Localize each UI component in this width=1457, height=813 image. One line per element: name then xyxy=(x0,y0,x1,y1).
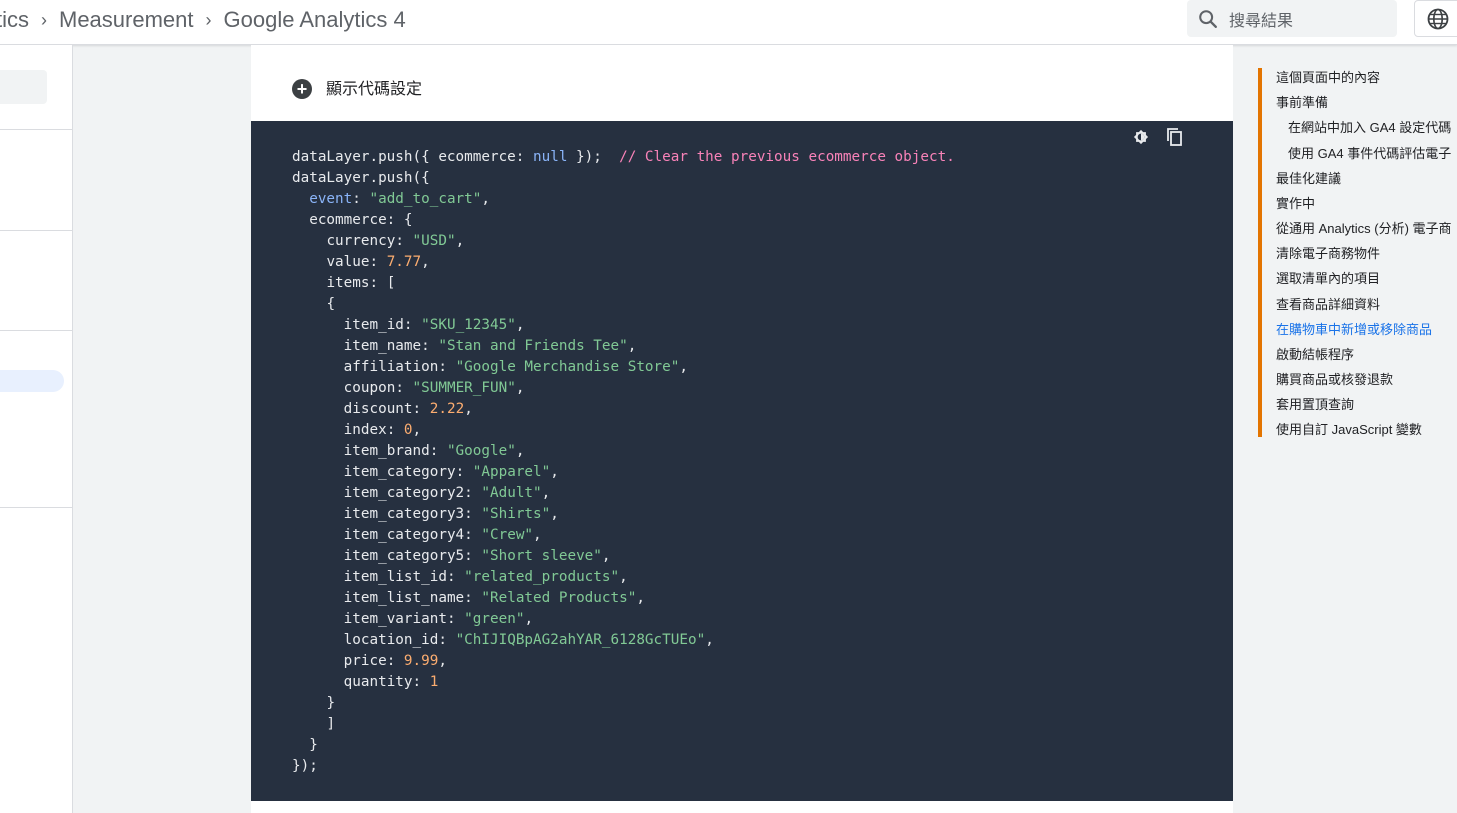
toc-title: 這個頁面中的內容 xyxy=(1276,70,1381,85)
code-number: 0 xyxy=(403,422,413,438)
breadcrumb-item-measurement[interactable]: Measurement xyxy=(59,7,194,33)
code-comment: // Clear the previous ecommerce object. xyxy=(619,149,955,165)
code-number: 9.99 xyxy=(403,653,439,669)
toc-item[interactable]: 啟動結帳程序 xyxy=(1276,346,1354,364)
code-token: } xyxy=(309,737,318,753)
code-key: coupon xyxy=(343,380,396,396)
breadcrumb: tics › Measurement › Google Analytics 4 xyxy=(0,0,406,40)
code-key: event xyxy=(309,191,353,207)
code-string: "Adult" xyxy=(481,485,542,501)
toc-item[interactable]: 在網站中加入 GA4 設定代碼 xyxy=(1288,119,1451,137)
code-tools xyxy=(1131,127,1185,147)
language-button[interactable] xyxy=(1414,0,1457,37)
nav-item-placeholder[interactable] xyxy=(0,70,47,104)
show-tag-settings-label: 顯示代碼設定 xyxy=(326,81,423,98)
divider xyxy=(0,507,72,508)
code-token: dataLayer.push({ ecommerce: xyxy=(292,149,534,165)
code-key: item_name xyxy=(343,338,422,354)
divider xyxy=(0,230,72,231)
toc-item[interactable]: 最佳化建議 xyxy=(1276,170,1341,188)
toc-item[interactable]: 選取清單內的項目 xyxy=(1276,270,1380,288)
code-string: "Shirts" xyxy=(481,506,551,522)
divider xyxy=(0,330,72,331)
code-key: quantity xyxy=(343,674,413,690)
code-string: "Related Products" xyxy=(481,590,637,606)
search-box[interactable]: 搜尋結果 xyxy=(1187,0,1397,37)
table-of-contents: 這個頁面中的內容 事前準備 在網站中加入 GA4 設定代碼 使用 GA4 事件代… xyxy=(1258,68,1457,437)
code-token: }); xyxy=(292,758,318,774)
code-key: item_id xyxy=(343,317,404,333)
code-token: ecommerce: { xyxy=(309,212,413,228)
code-key: index xyxy=(343,422,387,438)
code-key: location_id xyxy=(343,632,439,648)
search-icon xyxy=(1199,9,1217,28)
toc-item[interactable]: 購買商品或核發退款 xyxy=(1276,371,1393,389)
code-number: 7.77 xyxy=(386,254,422,270)
code-string: "ChIJIQBpAG2ahYAR_6128GcTUEo" xyxy=(455,632,706,648)
code-string: "SUMMER_FUN" xyxy=(412,380,516,396)
top-bar: tics › Measurement › Google Analytics 4 … xyxy=(0,0,1457,45)
code-key: affiliation xyxy=(343,359,439,375)
toc-item[interactable]: 查看商品詳細資料 xyxy=(1276,296,1380,314)
code-key: price xyxy=(343,653,387,669)
code-block: dataLayer.push({ ecommerce: null }); // … xyxy=(251,121,1233,801)
plus-circle-icon: + xyxy=(292,78,312,99)
code-key: item_variant xyxy=(343,611,447,627)
code-string: "Google Merchandise Store" xyxy=(455,359,680,375)
toc-item[interactable]: 使用自訂 JavaScript 變數 xyxy=(1276,421,1422,439)
chevron-right-icon: › xyxy=(205,9,212,30)
code-string: "SKU_12345" xyxy=(421,317,516,333)
code-key: item_brand xyxy=(343,443,430,459)
code-key: currency xyxy=(326,233,396,249)
code-key: item_category5 xyxy=(343,548,465,564)
code-string: "Apparel" xyxy=(472,464,551,480)
code-token: items: [ xyxy=(326,275,396,291)
code-string: "related_products" xyxy=(464,569,620,585)
toc-item[interactable]: 從通用 Analytics (分析) 電子商 xyxy=(1276,220,1452,238)
code-key: item_category4 xyxy=(343,527,465,543)
code-string: "green" xyxy=(464,611,525,627)
code-token: } xyxy=(326,695,336,711)
toc-item[interactable]: 使用 GA4 事件代碼評估電子 xyxy=(1288,145,1451,163)
toc-item[interactable]: 實作中 xyxy=(1276,195,1315,213)
code-string: "USD" xyxy=(412,233,456,249)
copy-icon[interactable] xyxy=(1165,127,1185,147)
code-key: item_category xyxy=(343,464,456,480)
show-tag-settings-toggle[interactable]: + 顯示代碼設定 xyxy=(292,75,422,99)
code-key: item_list_name xyxy=(343,590,465,606)
search-input[interactable]: 搜尋結果 xyxy=(1229,7,1293,31)
code-key: item_list_id xyxy=(343,569,447,585)
nav-item-selected[interactable] xyxy=(0,370,64,392)
code-key: item_category2 xyxy=(343,485,465,501)
code-string: "Short sleeve" xyxy=(481,548,602,564)
toc-item[interactable]: 事前準備 xyxy=(1276,94,1328,112)
code-key: item_category3 xyxy=(343,506,465,522)
code-token: null xyxy=(533,149,568,165)
code-token: dataLayer.push({ xyxy=(292,170,430,186)
code-string: "add_to_cart" xyxy=(369,191,482,207)
code-number: 2.22 xyxy=(429,401,465,417)
toc-item[interactable]: 清除電子商務物件 xyxy=(1276,245,1380,263)
divider xyxy=(0,129,72,130)
code-string: "Crew" xyxy=(481,527,534,543)
code-string: "Stan and Friends Tee" xyxy=(438,338,628,354)
breadcrumb-item-ga4[interactable]: Google Analytics 4 xyxy=(224,7,406,33)
globe-icon xyxy=(1427,8,1449,29)
toc-item[interactable]: 套用置頂查詢 xyxy=(1276,396,1354,414)
code-token: ] xyxy=(326,716,336,732)
code-content: dataLayer.push({ ecommerce: null }); // … xyxy=(292,149,955,774)
toc-item-active[interactable]: 在購物車中新增或移除商品 xyxy=(1276,321,1432,339)
code-key: discount xyxy=(343,401,413,417)
code-key: value xyxy=(326,254,370,270)
left-nav xyxy=(0,45,73,813)
breadcrumb-item-analytics[interactable]: tics xyxy=(0,7,29,33)
code-token: }); xyxy=(567,149,620,165)
chevron-right-icon: › xyxy=(41,9,47,30)
brightness-icon[interactable] xyxy=(1131,127,1151,147)
code-string: "Google" xyxy=(446,443,516,459)
code-number: 1 xyxy=(429,674,439,690)
code-token: { xyxy=(326,296,336,312)
